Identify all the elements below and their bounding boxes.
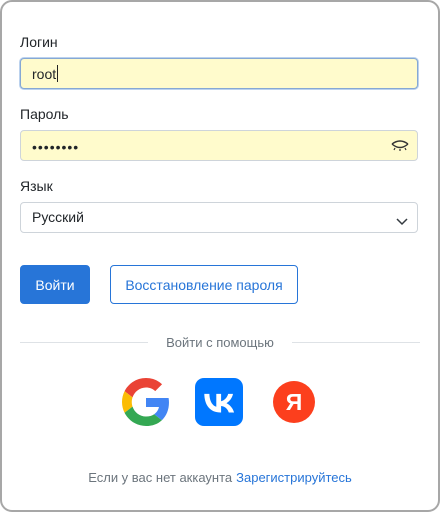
login-card: Логин root Пароль •••••••• Язык Русский … — [0, 0, 440, 512]
register-footer: Если у вас нет аккаунта Зарегистрируйтесь — [2, 470, 438, 485]
language-selected-value: Русский — [32, 209, 84, 225]
vk-icon — [195, 393, 243, 430]
password-input[interactable]: •••••••• — [20, 130, 418, 161]
login-value: root — [32, 66, 57, 82]
login-button[interactable]: Войти — [20, 265, 90, 304]
restore-password-button[interactable]: Восстановление пароля — [110, 265, 298, 304]
language-select[interactable]: Русский — [20, 202, 418, 233]
login-input[interactable]: root — [20, 58, 418, 89]
yandex-letter: Я — [286, 389, 303, 415]
vk-login-button[interactable] — [195, 378, 243, 426]
eye-closed-icon[interactable] — [390, 138, 410, 154]
register-link[interactable]: Зарегистрируйтесь — [236, 470, 352, 485]
google-icon — [122, 378, 170, 430]
yandex-login-button[interactable]: Я — [270, 378, 318, 426]
password-label: Пароль — [20, 106, 69, 122]
no-account-text: Если у вас нет аккаунта — [88, 470, 233, 485]
google-login-button[interactable] — [122, 378, 170, 426]
divider-right — [292, 342, 420, 343]
login-label: Логин — [20, 34, 58, 50]
password-value: •••••••• — [32, 139, 80, 155]
language-label: Язык — [20, 178, 53, 194]
chevron-down-icon — [396, 213, 408, 226]
text-caret — [57, 65, 59, 82]
yandex-icon: Я — [270, 381, 318, 430]
